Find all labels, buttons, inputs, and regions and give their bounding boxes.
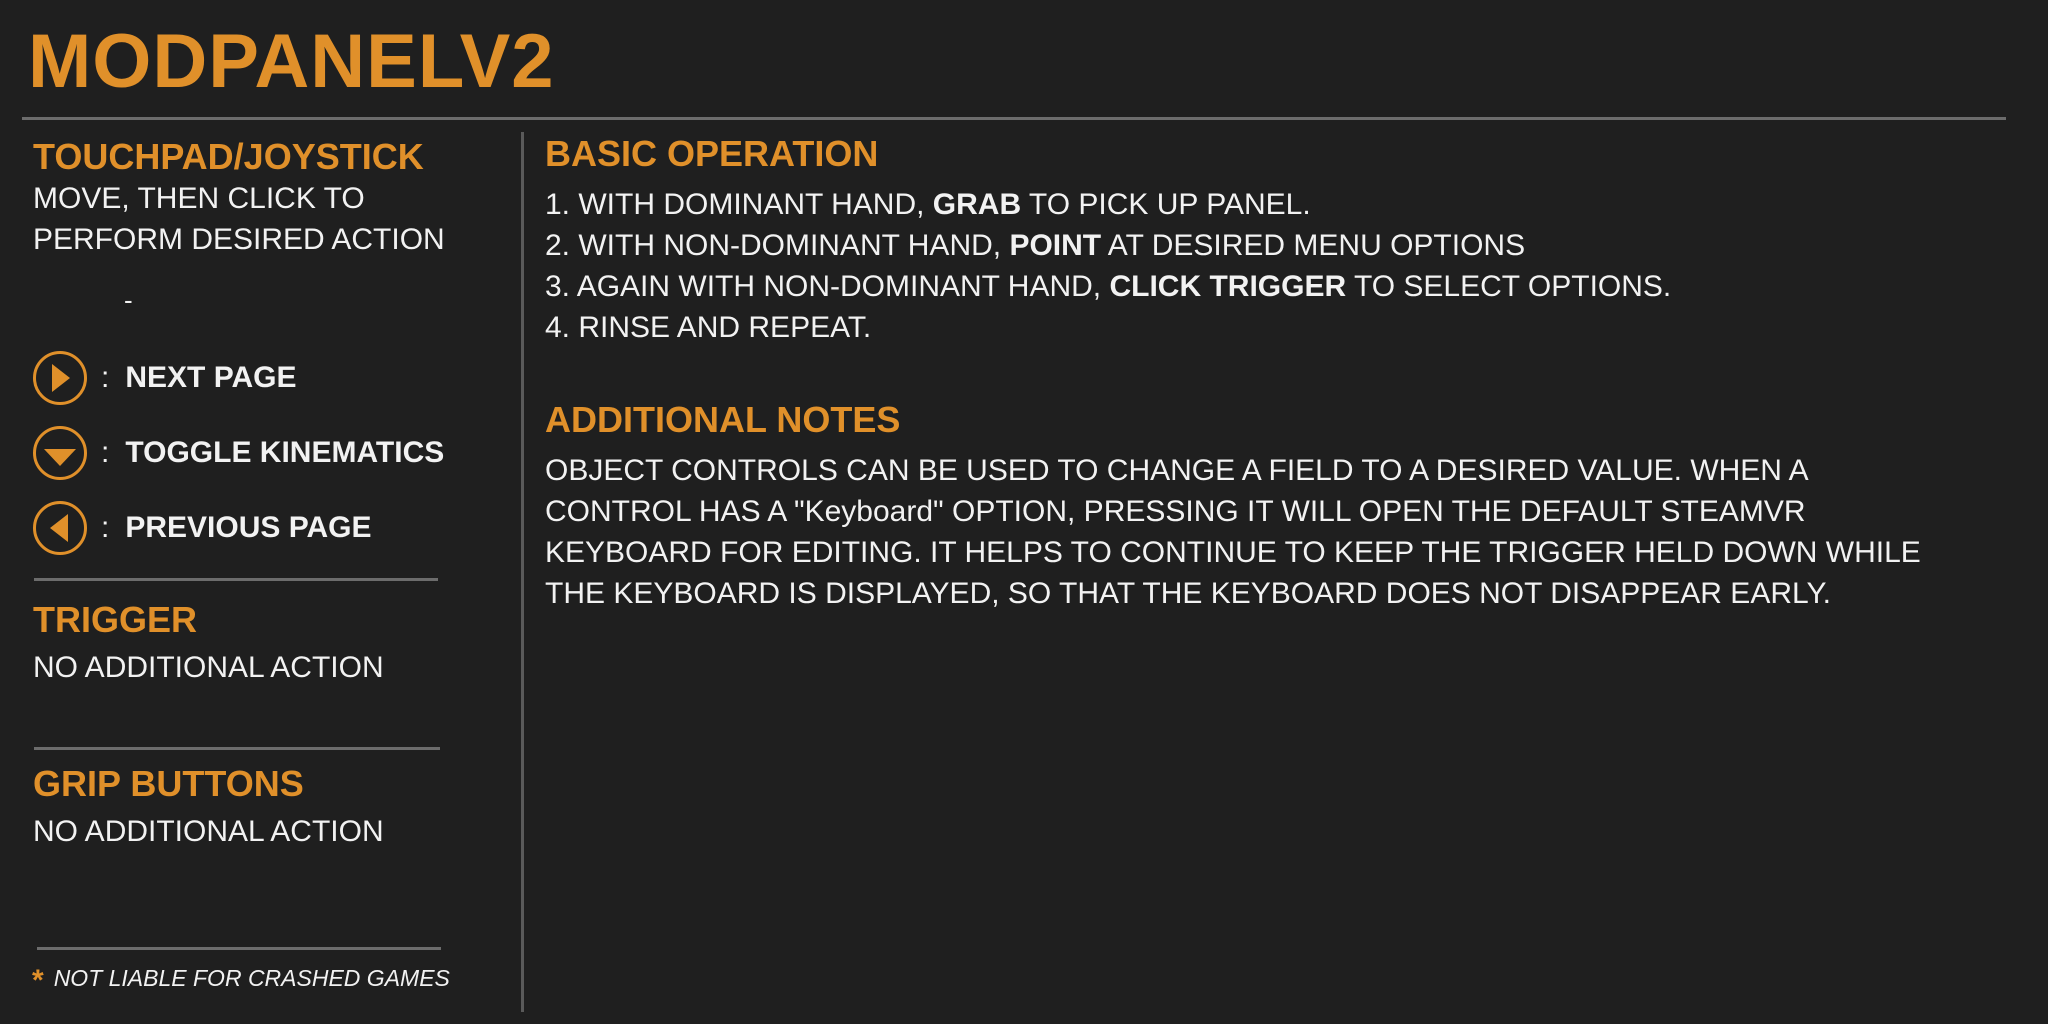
notes-line: THE KEYBOARD IS DISPLAYED, SO THAT THE K…: [545, 577, 1831, 610]
notes-line: KEYBOARD FOR EDITING. IT HELPS TO CONTIN…: [545, 536, 1921, 569]
header-divider: [22, 117, 2006, 120]
column-divider: [521, 132, 524, 1012]
trigger-heading: TRIGGER: [33, 599, 198, 640]
arrow-down-icon: [33, 426, 87, 480]
trigger-desc: NO ADDITIONAL ACTION: [33, 651, 384, 684]
arrow-right-icon: [33, 351, 87, 405]
control-colon: :: [101, 436, 110, 469]
control-previous-page: : PREVIOUS PAGE: [33, 498, 372, 558]
list-item: 4. RINSE AND REPEAT.: [545, 311, 872, 344]
sidebar-divider: [34, 747, 440, 750]
control-toggle-kinematics: : TOGGLE KINEMATICS: [33, 423, 444, 483]
control-colon: :: [101, 361, 110, 394]
disclaimer-text: NOT LIABLE FOR CRASHED GAMES: [53, 965, 450, 991]
list-item: 3. AGAIN WITH NON-DOMINANT HAND, CLICK T…: [545, 270, 1672, 303]
grip-desc: NO ADDITIONAL ACTION: [33, 815, 384, 848]
notes-line: OBJECT CONTROLS CAN BE USED TO CHANGE A …: [545, 454, 1809, 487]
touchpad-dash: -: [124, 285, 133, 315]
next-page-label: NEXT PAGE: [125, 361, 297, 394]
touchpad-heading: TOUCHPAD/JOYSTICK: [33, 136, 424, 177]
disclaimer-footnote: * NOT LIABLE FOR CRASHED GAMES: [32, 964, 450, 998]
touchpad-desc-line1: MOVE, THEN CLICK TO: [33, 182, 365, 215]
page-title: MODPANELV2: [28, 19, 555, 104]
notes-line: CONTROL HAS A "Keyboard" OPTION, PRESSIN…: [545, 495, 1806, 528]
touchpad-desc-line2: PERFORM DESIRED ACTION: [33, 223, 445, 256]
previous-page-label: PREVIOUS PAGE: [125, 511, 372, 544]
control-colon: :: [101, 511, 110, 544]
basic-operation-heading: BASIC OPERATION: [545, 133, 879, 174]
control-next-page: : NEXT PAGE: [33, 348, 296, 408]
sidebar-divider: [34, 578, 438, 581]
grip-heading: GRIP BUTTONS: [33, 763, 304, 804]
sidebar-divider: [37, 947, 441, 950]
asterisk-icon: *: [32, 964, 44, 997]
additional-notes-heading: ADDITIONAL NOTES: [545, 399, 901, 440]
arrow-left-icon: [33, 501, 87, 555]
toggle-kinematics-label: TOGGLE KINEMATICS: [125, 436, 445, 469]
list-item: 2. WITH NON-DOMINANT HAND, POINT AT DESI…: [545, 229, 1526, 262]
list-item: 1. WITH DOMINANT HAND, GRAB TO PICK UP P…: [545, 188, 1311, 221]
